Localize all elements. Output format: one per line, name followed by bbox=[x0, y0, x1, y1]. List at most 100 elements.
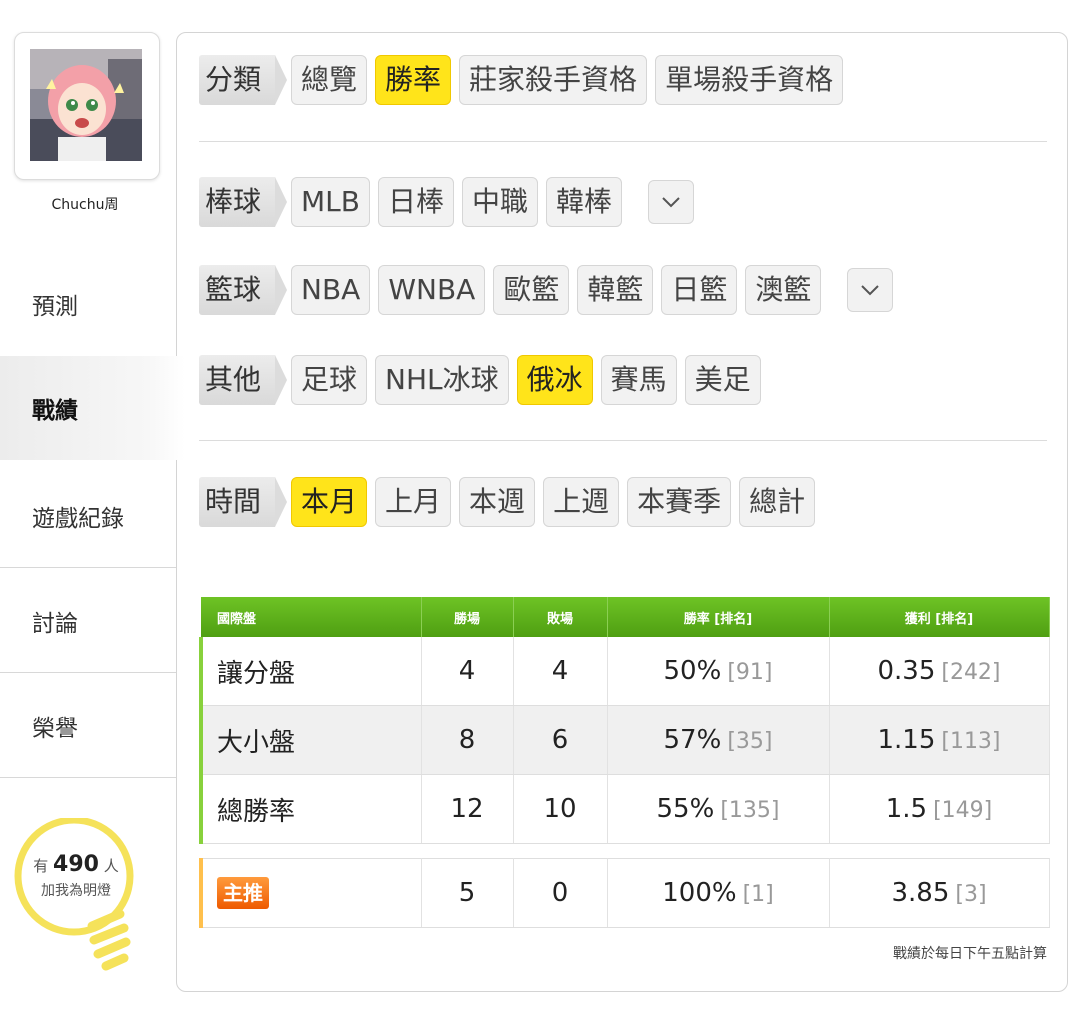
chip-nhl[interactable]: NHL冰球 bbox=[375, 355, 509, 405]
win-rate-rank: [1] bbox=[742, 882, 774, 907]
nav-label: 遊戲紀錄 bbox=[32, 505, 124, 532]
win-count: 8 bbox=[421, 705, 514, 775]
category-filter-row: 分類 總覽 勝率 莊家殺手資格 單場殺手資格 bbox=[199, 55, 844, 105]
chip-single-killer[interactable]: 單場殺手資格 bbox=[655, 55, 844, 105]
basketball-more-dropdown[interactable] bbox=[847, 268, 894, 312]
profit-cell: 3.85 [3] bbox=[829, 858, 1050, 928]
calculation-note: 戰績於每日下午五點計算 bbox=[893, 946, 1047, 962]
nav-item-discussion[interactable]: 討論 bbox=[0, 569, 180, 673]
win-count: 12 bbox=[421, 774, 514, 844]
column-header: 國際盤 bbox=[201, 597, 422, 637]
row-name: 讓分盤 bbox=[199, 637, 422, 706]
win-rate-cell: 50% [91] bbox=[607, 637, 830, 706]
sidebar: Chuchu周 預測 戰績 遊戲紀錄 討論 榮譽 有 490 人 加我為明燈 bbox=[0, 0, 185, 1012]
nav-label: 預測 bbox=[32, 294, 78, 320]
win-rate: 100% bbox=[662, 878, 737, 908]
row-name: 總勝率 bbox=[199, 774, 422, 844]
other-filter-row: 其他 足球 NHL冰球 俄冰 賽馬 美足 bbox=[199, 355, 761, 405]
chip-mlb[interactable]: MLB bbox=[291, 177, 370, 227]
chip-horse-racing[interactable]: 賽馬 bbox=[600, 355, 677, 405]
chip-last-week[interactable]: 上週 bbox=[543, 477, 620, 527]
win-count: 4 bbox=[421, 637, 514, 706]
main-pick-row: 主推 5 0 100% [1] 3.85 [3] bbox=[199, 858, 1050, 928]
chip-nba[interactable]: NBA bbox=[291, 265, 371, 315]
chip-this-month[interactable]: 本月 bbox=[291, 477, 368, 527]
profit-rank: [149] bbox=[933, 798, 993, 823]
chip-this-week[interactable]: 本週 bbox=[459, 477, 536, 527]
lamp-caption: 加我為明燈 bbox=[41, 883, 111, 899]
lamp-suffix: 人 bbox=[103, 857, 119, 875]
chip-banker-killer[interactable]: 莊家殺手資格 bbox=[459, 55, 648, 105]
win-rate: 50% bbox=[663, 656, 722, 686]
chip-npb[interactable]: 日棒 bbox=[377, 177, 454, 227]
chip-australia-basketball[interactable]: 澳籃 bbox=[745, 265, 822, 315]
chip-last-month[interactable]: 上月 bbox=[375, 477, 452, 527]
chip-kbo[interactable]: 韓棒 bbox=[546, 177, 623, 227]
win-rate: 57% bbox=[663, 725, 722, 755]
nav-item-record[interactable]: 戰績 bbox=[0, 356, 185, 460]
category-label: 分類 bbox=[199, 55, 288, 105]
table-header-row: 國際盤 勝場 敗場 勝率 [排名] 獲利 [排名] bbox=[201, 597, 1050, 637]
stats-table: 國際盤 勝場 敗場 勝率 [排名] 獲利 [排名] 讓分盤 4 4 50% [91… bbox=[199, 597, 1050, 928]
column-header: 勝場 bbox=[421, 597, 514, 637]
profit-cell: 1.5 [149] bbox=[829, 774, 1050, 844]
loss-count: 6 bbox=[513, 705, 608, 775]
table-row: 大小盤 8 6 57% [35] 1.15 [113] bbox=[199, 705, 1050, 775]
chip-win-rate[interactable]: 勝率 bbox=[375, 55, 452, 105]
main-pick-cell: 主推 bbox=[199, 858, 422, 928]
avatar-image bbox=[30, 49, 142, 161]
win-rate-cell: 100% [1] bbox=[607, 858, 830, 928]
lamp-number: 490 bbox=[53, 852, 99, 877]
profit-cell: 1.15 [113] bbox=[829, 705, 1050, 775]
time-label: 時間 bbox=[199, 477, 288, 527]
profit-rank: [242] bbox=[941, 660, 1001, 685]
basketball-filter-row: 籃球 NBA WNBA 歐籃 韓籃 日籃 澳籃 bbox=[199, 265, 894, 315]
chip-wnba[interactable]: WNBA bbox=[378, 265, 486, 315]
basketball-label: 籃球 bbox=[199, 265, 288, 315]
chip-euro-basketball[interactable]: 歐籃 bbox=[493, 265, 570, 315]
profit-rank: [3] bbox=[955, 882, 987, 907]
chip-this-season[interactable]: 本賽季 bbox=[627, 477, 732, 527]
column-header: 敗場 bbox=[513, 597, 608, 637]
chip-japan-basketball[interactable]: 日籃 bbox=[661, 265, 738, 315]
nav-item-game-history[interactable]: 遊戲紀錄 bbox=[0, 464, 180, 568]
profit: 1.15 bbox=[877, 725, 936, 755]
nav-item-predict[interactable]: 預測 bbox=[0, 252, 180, 356]
lamp-prefix: 有 bbox=[33, 857, 49, 875]
profit: 0.35 bbox=[877, 656, 936, 686]
baseball-more-dropdown[interactable] bbox=[648, 180, 695, 224]
chevron-down-icon bbox=[662, 197, 680, 208]
loss-count: 4 bbox=[513, 637, 608, 706]
username: Chuchu周 bbox=[51, 197, 119, 213]
table-row: 總勝率 12 10 55% [135] 1.5 [149] bbox=[199, 774, 1050, 844]
profit-cell: 0.35 [242] bbox=[829, 637, 1050, 706]
nav-item-honor[interactable]: 榮譽 bbox=[0, 674, 180, 778]
chip-khl[interactable]: 俄冰 bbox=[516, 355, 593, 405]
win-rate-cell: 55% [135] bbox=[607, 774, 830, 844]
chip-overview[interactable]: 總覽 bbox=[291, 55, 368, 105]
chip-korea-basketball[interactable]: 韓籃 bbox=[577, 265, 654, 315]
nav-label: 討論 bbox=[32, 610, 78, 637]
profit: 3.85 bbox=[891, 878, 950, 908]
table-row: 讓分盤 4 4 50% [91] 0.35 [242] bbox=[199, 637, 1050, 706]
chip-cpbl[interactable]: 中職 bbox=[462, 177, 539, 227]
main-pick-badge: 主推 bbox=[217, 877, 269, 909]
chip-total[interactable]: 總計 bbox=[739, 477, 816, 527]
baseball-filter-row: 棒球 MLB 日棒 中職 韓棒 bbox=[199, 177, 695, 227]
nav-label: 戰績 bbox=[32, 398, 78, 424]
chip-soccer[interactable]: 足球 bbox=[291, 355, 368, 405]
nav-label: 榮譽 bbox=[32, 715, 78, 742]
win-rate-cell: 57% [35] bbox=[607, 705, 830, 775]
column-header: 獲利 [排名] bbox=[829, 597, 1050, 637]
avatar[interactable] bbox=[14, 32, 160, 180]
divider bbox=[199, 440, 1047, 441]
loss-count: 10 bbox=[513, 774, 608, 844]
loss-count: 0 bbox=[513, 858, 608, 928]
table-spacer bbox=[201, 843, 1049, 859]
win-rate-rank: [135] bbox=[720, 798, 780, 823]
chip-american-football[interactable]: 美足 bbox=[684, 355, 761, 405]
baseball-label: 棒球 bbox=[199, 177, 288, 227]
record-panel: 分類 總覽 勝率 莊家殺手資格 單場殺手資格 棒球 MLB 日棒 中職 韓棒 籃… bbox=[176, 32, 1068, 992]
win-rate-rank: [35] bbox=[727, 729, 773, 754]
win-rate-rank: [91] bbox=[727, 660, 773, 685]
